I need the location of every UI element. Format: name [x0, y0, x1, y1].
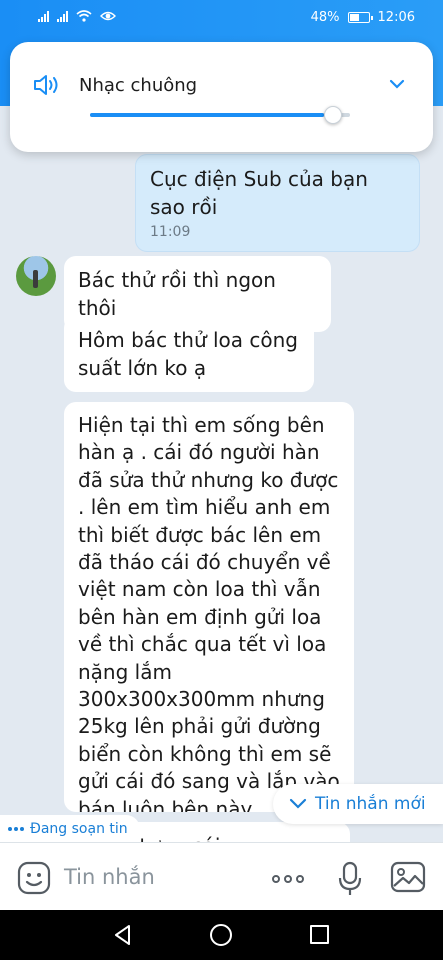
typing-dots-icon — [8, 827, 24, 831]
recent-apps-icon[interactable] — [310, 925, 329, 944]
new-message-button[interactable]: Tin nhắn mới — [273, 784, 443, 824]
message-input[interactable]: Tin nhắn — [64, 865, 155, 889]
home-icon[interactable] — [210, 924, 232, 946]
speaker-icon[interactable] — [32, 72, 62, 98]
microphone-icon[interactable] — [338, 861, 362, 897]
image-icon[interactable] — [390, 861, 426, 893]
status-icons-right: 48% 12:06 — [311, 10, 415, 25]
volume-slider[interactable] — [90, 106, 350, 124]
message-text: Hôm bác thử loa công suất lớn ko ạ — [78, 328, 298, 380]
message-bubble[interactable]: Hôm bác thử loa công suất lớn ko ạ — [64, 316, 314, 392]
message-text: Hiện tại thì em sống bên hàn ạ . cái đó … — [78, 413, 340, 812]
more-options-icon[interactable] — [272, 875, 304, 883]
message-time: 11:09 — [150, 224, 191, 240]
message-bubble[interactable]: Hiện tại thì em sống bên hàn ạ . cái đó … — [64, 402, 354, 812]
chevron-down-icon — [289, 798, 307, 809]
clock: 12:06 — [377, 10, 415, 25]
status-icons-left — [38, 10, 116, 22]
volume-panel[interactable]: Nhạc chuông — [10, 42, 433, 152]
message-input-bar: Tin nhắn — [0, 842, 443, 910]
message-text: Bác thử rồi thì ngon thôi — [78, 268, 276, 320]
message-bubble-mine[interactable]: Cục điện Sub của bạn sao rồi 11:09 — [135, 154, 420, 252]
signal-icon — [38, 10, 49, 22]
battery-percent: 48% — [310, 10, 340, 25]
volume-slider-thumb[interactable] — [324, 106, 342, 124]
volume-title: Nhạc chuông — [79, 75, 198, 96]
new-message-label: Tin nhắn mới — [315, 794, 426, 814]
emoji-icon[interactable] — [17, 861, 51, 895]
message-text: Cục điện Sub của bạn sao rồi — [150, 167, 368, 219]
status-bar: 48% 12:06 — [0, 0, 443, 36]
battery-icon — [347, 12, 373, 23]
system-navigation-bar — [0, 910, 443, 960]
signal-icon-2 — [57, 10, 68, 22]
chevron-down-icon[interactable] — [387, 74, 407, 94]
contact-avatar[interactable] — [16, 256, 56, 296]
typing-label: Đang soạn tin — [30, 821, 128, 837]
wifi-icon — [76, 10, 92, 22]
conversation[interactable]: Cục điện Sub của bạn sao rồi 11:09 Bác t… — [0, 106, 443, 842]
back-icon[interactable] — [112, 924, 134, 946]
volume-slider-fill — [90, 113, 324, 117]
eye-comfort-icon — [100, 11, 116, 21]
typing-indicator: Đang soạn tin — [0, 815, 140, 843]
